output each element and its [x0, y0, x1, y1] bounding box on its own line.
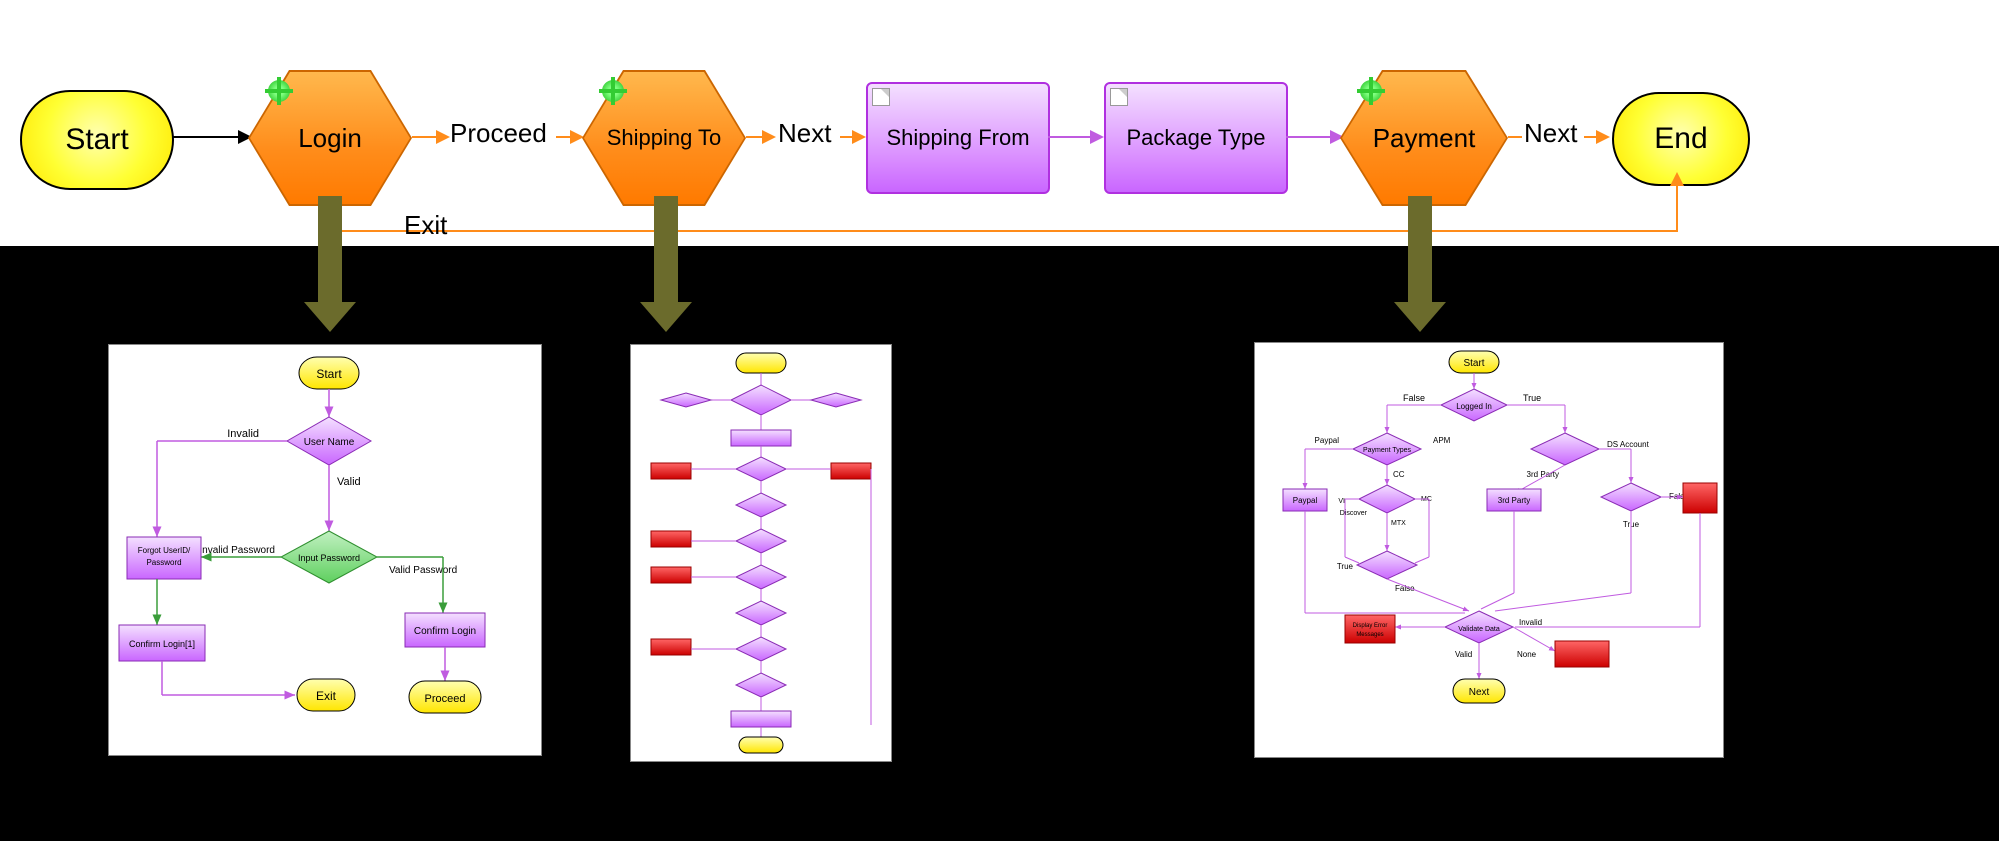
svg-text:Valid: Valid	[1455, 650, 1472, 659]
svg-text:Invalid: Invalid	[227, 428, 259, 440]
svg-text:Discover: Discover	[1340, 510, 1368, 517]
svg-text:MTX: MTX	[1391, 520, 1406, 527]
svg-text:DS Account: DS Account	[1607, 440, 1650, 449]
arrow-proceed-ship	[570, 130, 584, 144]
drilldown-arrow-login	[318, 196, 342, 304]
arrow-exit-up	[1670, 172, 1684, 186]
login-subflow-svg: Start User Name Invalid Valid Input Pass…	[109, 345, 541, 755]
edge-start-login	[172, 136, 240, 138]
svg-text:CC: CC	[1393, 470, 1405, 479]
arrow-login-proceed	[436, 130, 450, 144]
gear-icon	[1360, 80, 1382, 102]
label-exit: Exit	[404, 210, 447, 241]
svg-text:Next: Next	[1469, 687, 1490, 698]
note-icon	[872, 88, 890, 106]
svg-text:Logged In: Logged In	[1456, 402, 1492, 411]
svg-text:Paypal: Paypal	[1315, 436, 1340, 445]
svg-text:Password: Password	[146, 558, 181, 567]
shipping-subflow-svg	[631, 345, 891, 761]
edge-pkg-pay	[1286, 136, 1332, 138]
svg-text:True: True	[1337, 562, 1354, 571]
login-subflow-panel: Start User Name Invalid Valid Input Pass…	[108, 344, 542, 756]
start-terminator: Start	[20, 90, 174, 190]
edge-pay-next	[1508, 136, 1522, 138]
svg-text:None: None	[1517, 650, 1537, 659]
edge-shipfrom-pkg	[1048, 136, 1092, 138]
payment-subflow-svg: Start Logged In False True Payment Types…	[1255, 343, 1723, 757]
edge-exit-across	[328, 230, 1678, 232]
svg-text:APM: APM	[1433, 436, 1451, 445]
svg-text:Confirm Login: Confirm Login	[414, 626, 476, 637]
svg-text:Input Password: Input Password	[298, 553, 360, 563]
svg-text:Payment Types: Payment Types	[1363, 447, 1412, 454]
drilldown-arrow-shipping	[654, 196, 678, 304]
label-proceed: Proceed	[450, 118, 547, 149]
svg-text:Start: Start	[1463, 358, 1484, 369]
svg-text:Paypal: Paypal	[1293, 496, 1318, 505]
packagetype-node: Package Type	[1104, 82, 1288, 194]
svg-text:True: True	[1523, 393, 1541, 403]
payment-subflow-panel: Start Logged In False True Payment Types…	[1254, 342, 1724, 758]
note-icon	[1110, 88, 1128, 106]
edge-login-proceed	[412, 136, 438, 138]
svg-text:Valid: Valid	[337, 476, 361, 488]
shippingfrom-label: Shipping From	[886, 125, 1029, 151]
packagetype-label: Package Type	[1126, 125, 1265, 151]
label-next2: Next	[1524, 118, 1577, 149]
svg-text:Invalid: Invalid	[1519, 618, 1542, 627]
label-next1: Next	[778, 118, 831, 149]
svg-text:Valid Password: Valid Password	[389, 565, 457, 576]
svg-text:False: False	[1403, 393, 1425, 403]
arrow-shipfrom-pkg	[1090, 130, 1104, 144]
arrow-next-shipfrom	[852, 130, 866, 144]
svg-text:User Name: User Name	[304, 437, 355, 448]
svg-text:Invalid Password: Invalid Password	[199, 545, 275, 556]
svg-text:Exit: Exit	[316, 689, 337, 703]
svg-text:Forgot UserID/: Forgot UserID/	[138, 546, 191, 555]
svg-text:3rd Party: 3rd Party	[1498, 496, 1530, 505]
arrow-shipto-next	[762, 130, 776, 144]
drilldown-arrow-payment	[1408, 196, 1432, 304]
gear-icon	[602, 80, 624, 102]
gear-icon	[268, 80, 290, 102]
svg-text:Proceed: Proceed	[425, 693, 466, 705]
svg-text:Validate Data: Validate Data	[1458, 626, 1500, 633]
svg-text:Messages: Messages	[1356, 632, 1383, 638]
svg-text:Start: Start	[316, 367, 342, 381]
svg-text:Display Error: Display Error	[1353, 623, 1388, 629]
edge-exit-up	[1676, 184, 1678, 232]
shippingfrom-node: Shipping From	[866, 82, 1050, 194]
arrow-next-end	[1596, 130, 1610, 144]
svg-text:Confirm Login[1]: Confirm Login[1]	[129, 639, 195, 649]
shipping-subflow-panel	[630, 344, 892, 762]
svg-text:VI: VI	[1338, 498, 1345, 505]
